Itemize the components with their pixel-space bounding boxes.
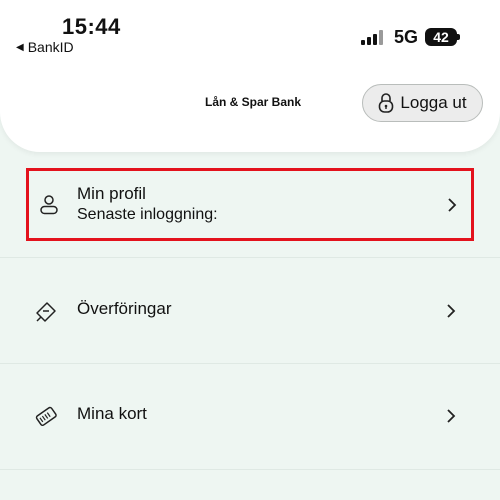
back-arrow-icon: ◀ [16, 41, 24, 53]
status-time: 15:44 [62, 14, 121, 39]
battery-cap [457, 34, 460, 40]
logout-label: Logga ut [400, 93, 467, 112]
network-type: 5G [394, 27, 419, 47]
divider [0, 469, 500, 470]
menu-item-profile[interactable]: Min profil Senaste inloggning: [26, 168, 474, 241]
profile-title: Min profil [77, 184, 146, 203]
chevron-right-icon [447, 409, 456, 423]
profile-last-login: Senaste inloggning: [77, 206, 218, 223]
app-header: 15:44 ◀ BankID 5G 42 Lån & Spar Bank Log… [0, 0, 500, 152]
lock-icon [379, 93, 394, 113]
transfer-icon [36, 302, 56, 322]
cards-label: Mina kort [77, 404, 147, 423]
transfers-label: Överföringar [77, 299, 172, 318]
signal-icon [361, 29, 385, 45]
person-icon [40, 195, 58, 215]
chevron-right-icon [447, 304, 456, 318]
card-icon [35, 406, 57, 427]
menu-item-transfers[interactable]: Överföringar [0, 258, 500, 363]
chevron-right-icon [448, 198, 457, 212]
back-app-label: BankID [27, 39, 74, 55]
battery-level: 42 [433, 29, 449, 45]
bank-name: Lån & Spar Bank [205, 95, 302, 109]
battery-icon: 42 [425, 28, 457, 46]
logout-button[interactable]: Logga ut [362, 84, 483, 122]
back-to-app-link[interactable]: ◀ BankID [16, 39, 74, 55]
menu-item-cards[interactable]: Mina kort [0, 364, 500, 469]
